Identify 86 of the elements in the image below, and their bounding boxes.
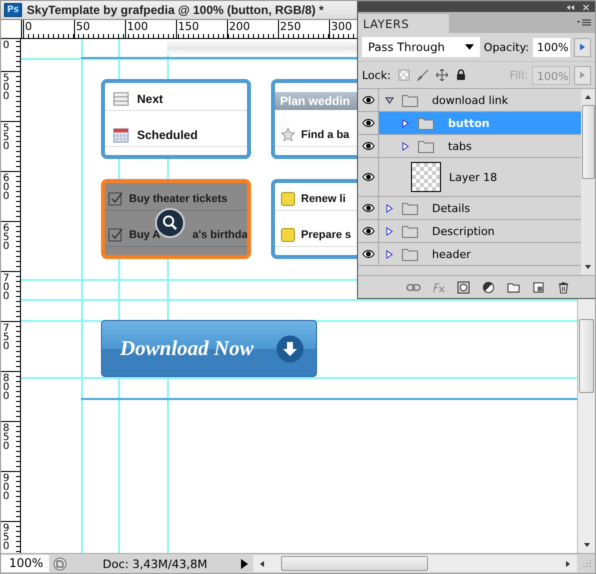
eye-icon — [362, 203, 374, 213]
triangle-right-icon[interactable] — [385, 204, 394, 212]
folder-icon — [402, 248, 418, 260]
ruler-label: 200 — [227, 20, 278, 38]
folder-icon — [402, 94, 418, 106]
triangle-right-icon[interactable] — [401, 142, 410, 150]
folder-icon — [402, 224, 418, 238]
eye-icon — [362, 249, 374, 259]
ruler-label: 550 — [3, 124, 10, 151]
ruler-label: 600 — [3, 174, 10, 201]
task-text: Buy theater tickets — [129, 193, 228, 205]
mask-icon[interactable] — [456, 280, 471, 294]
blend-mode-dropdown[interactable]: Pass Through — [362, 37, 480, 57]
scrollbar-thumb[interactable] — [582, 105, 594, 179]
trash-icon[interactable] — [556, 280, 571, 294]
ruler-label: 50 — [74, 20, 125, 38]
new-layer-icon[interactable] — [531, 280, 546, 294]
ruler-label: 500 — [3, 74, 10, 101]
ruler-corner[interactable] — [1, 20, 22, 39]
status-icon[interactable] — [53, 556, 67, 570]
ruler-label: 250 — [278, 20, 329, 38]
task-text: Next — [137, 92, 164, 106]
horizontal-scrollbar[interactable] — [253, 555, 577, 572]
brush-icon[interactable] — [416, 69, 429, 81]
close-icon[interactable] — [581, 4, 591, 10]
note-icon — [280, 191, 296, 207]
fill-slider-button[interactable] — [574, 66, 591, 84]
ruler-label: 100 — [125, 20, 176, 38]
eye-icon — [362, 141, 374, 151]
task-text: Scheduled — [137, 128, 198, 142]
document-size: Doc: 3,43M/43,8M — [102, 556, 208, 570]
eye-icon — [362, 172, 374, 182]
star-icon — [280, 126, 296, 142]
ruler-label: 850 — [3, 424, 10, 451]
triangle-icon — [580, 71, 585, 79]
app-logo: Ps — [4, 3, 22, 17]
download-icon — [276, 334, 304, 362]
folder-icon — [418, 140, 434, 152]
adjustment-icon[interactable] — [481, 280, 496, 294]
checkbox-icon — [108, 227, 124, 243]
task-text: Renew li — [301, 193, 346, 205]
folder-icon — [418, 116, 434, 130]
window-title: SkyTemplate by grafpedia @ 100% (button, RGB/8) * — [26, 3, 324, 17]
eye-icon — [362, 95, 374, 105]
ruler-label: 0 — [3, 41, 10, 50]
layer-thumbnail — [411, 162, 441, 192]
task-text: Find a ba — [301, 128, 350, 140]
triangle-icon — [580, 43, 586, 51]
opacity-field[interactable]: 100% — [533, 38, 570, 56]
play-icon[interactable] — [239, 558, 249, 570]
triangle-right-icon[interactable] — [385, 250, 394, 258]
layers-tab[interactable]: LAYERS — [358, 14, 449, 33]
ruler-label: 800 — [3, 374, 10, 401]
ruler-label: 650 — [3, 224, 10, 251]
lock-icon[interactable] — [454, 69, 467, 81]
lock-label: Lock: — [362, 68, 391, 82]
folder-icon — [402, 202, 418, 214]
ruler-label: 150 — [176, 20, 227, 38]
task-text: Buy A — [129, 229, 160, 241]
triangle-down-icon[interactable] — [385, 96, 394, 104]
task-text: Prepare s — [301, 229, 352, 241]
section-header: Plan weddin — [280, 94, 350, 108]
ruler-label: 700 — [3, 274, 10, 301]
ruler-label: 750 — [3, 324, 10, 351]
ruler-label: 900 — [3, 474, 10, 501]
zoom-field[interactable]: 100% — [1, 555, 49, 572]
checkbox-icon — [108, 191, 124, 207]
menu-icon[interactable] — [577, 19, 591, 27]
caret-icon — [464, 44, 474, 50]
list-icon — [113, 91, 129, 107]
checkerboard-icon[interactable] — [398, 69, 410, 81]
eye-icon — [362, 118, 374, 128]
triangle-right-icon[interactable] — [401, 118, 410, 128]
triangle-right-icon[interactable] — [385, 226, 394, 236]
scrollbar-thumb[interactable] — [281, 556, 428, 571]
note-icon — [280, 227, 296, 243]
ruler-label: 950 — [3, 524, 10, 551]
layers-scrollbar[interactable] — [581, 89, 595, 275]
opacity-label: Opacity: — [484, 40, 529, 54]
scrollbar-thumb[interactable] — [579, 319, 594, 393]
opacity-slider-button[interactable] — [574, 38, 591, 56]
calendar-icon — [113, 127, 129, 143]
eye-icon — [362, 226, 374, 236]
ruler-label: 0 — [23, 20, 74, 38]
download-button[interactable]: Download Now — [101, 320, 317, 377]
move-icon[interactable] — [436, 69, 448, 81]
